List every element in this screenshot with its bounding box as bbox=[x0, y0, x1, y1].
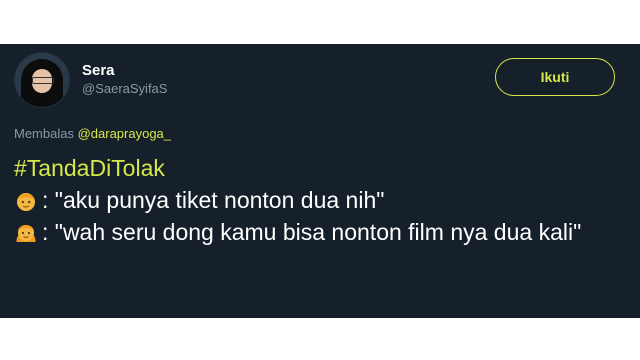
girl-emoji-icon bbox=[16, 225, 36, 242]
user-handle[interactable]: @SaeraSyifaS bbox=[82, 80, 167, 98]
avatar[interactable] bbox=[14, 52, 70, 108]
boy-emoji-icon bbox=[17, 193, 35, 211]
follow-button[interactable]: Ikuti bbox=[495, 58, 615, 96]
hashtag[interactable]: #TandaDiTolak bbox=[14, 152, 614, 184]
tweet-text: #TandaDiTolak : "aku punya tiket nonton … bbox=[14, 152, 614, 248]
user-names: Sera @SaeraSyifaS bbox=[82, 62, 167, 98]
tweet-line-2: : "wah seru dong kamu bisa nonton film n… bbox=[14, 216, 614, 248]
tweet-header: Sera @SaeraSyifaS bbox=[14, 52, 167, 108]
tweet-card: Sera @SaeraSyifaS Ikuti Membalas @darapr… bbox=[0, 44, 640, 318]
reply-mention[interactable]: @daraprayoga_ bbox=[78, 126, 171, 141]
reply-prefix: Membalas bbox=[14, 126, 74, 141]
tweet-line-1-text: : "aku punya tiket nonton dua nih" bbox=[42, 187, 385, 213]
tweet-line-1: : "aku punya tiket nonton dua nih" bbox=[14, 184, 614, 216]
tweet-line-2-text: : "wah seru dong kamu bisa nonton film n… bbox=[42, 219, 582, 245]
reply-context: Membalas @daraprayoga_ bbox=[14, 126, 171, 141]
display-name[interactable]: Sera bbox=[82, 62, 167, 80]
avatar-glasses bbox=[32, 77, 54, 84]
